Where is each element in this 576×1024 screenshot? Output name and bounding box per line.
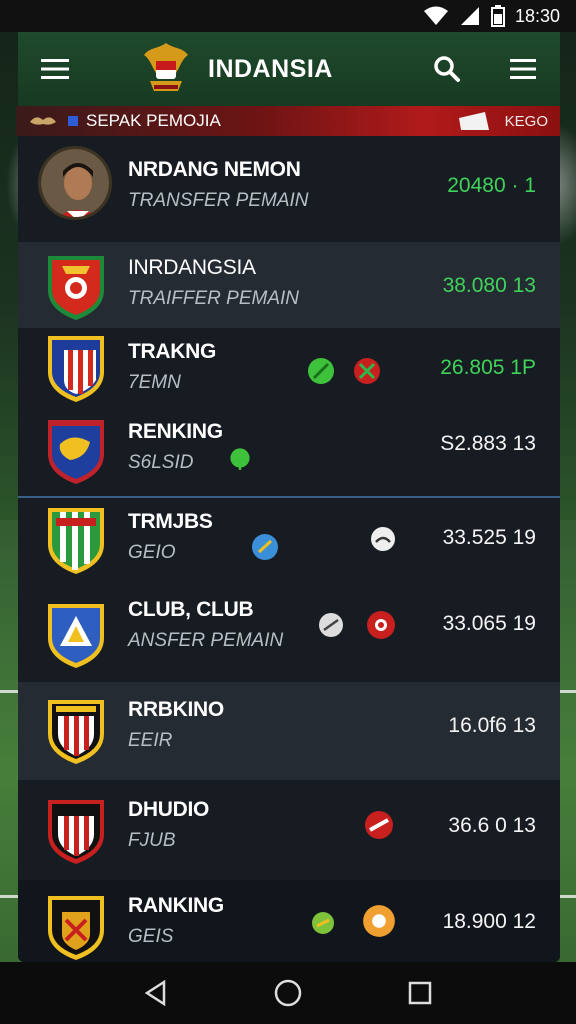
club-name: CLUB, CLUB	[128, 598, 254, 621]
system-nav-bar	[0, 962, 576, 1024]
club-name: RRBKINO	[128, 698, 224, 721]
app-title: INDANSIA	[208, 54, 333, 83]
white-ball-icon	[371, 527, 395, 551]
club-score: 38.080 13	[442, 274, 536, 297]
club-subtitle: FJUB	[128, 830, 176, 851]
orange-ball-icon	[363, 905, 395, 937]
club-subtitle: 7EMN	[128, 372, 181, 393]
green-ball-icon	[312, 912, 334, 934]
white-ball-icon	[319, 613, 343, 637]
status-bar: 18:30	[0, 0, 576, 32]
banner-code: KEGO	[504, 112, 548, 130]
club-crest-icon	[48, 508, 104, 574]
avatar	[38, 146, 112, 220]
back-icon	[144, 979, 166, 1007]
list-item[interactable]: NRDANG NEMON TRANSFER PEMAIN 20480 · 1	[18, 136, 560, 242]
club-score: 16.0f6 13	[448, 714, 536, 737]
menu-button[interactable]	[38, 52, 72, 86]
club-score: 20480 · 1	[447, 174, 536, 197]
club-name: DHUDIO	[128, 798, 210, 821]
club-crest-icon	[48, 420, 104, 484]
club-subtitle: GEIS	[128, 926, 174, 947]
list-item[interactable]: RRBKINO EEIR 16.0f6 13	[18, 682, 560, 780]
list-item[interactable]: RENKING S6LSID S2.883 13	[18, 408, 560, 496]
menu-icon	[41, 59, 69, 79]
wifi-icon	[423, 6, 448, 25]
club-subtitle: GEIO	[128, 542, 176, 563]
club-score: 18.900 12	[442, 910, 536, 933]
blue-square-icon	[68, 116, 78, 126]
red-ball-icon	[365, 811, 393, 839]
list-item[interactable]: TRAKNG 7EMN 26.805 1P	[18, 328, 560, 408]
home-icon	[274, 979, 302, 1007]
home-button[interactable]	[268, 973, 308, 1013]
recents-button[interactable]	[400, 973, 440, 1013]
pitch-line	[0, 690, 18, 693]
club-subtitle: S6LSID	[128, 452, 194, 473]
club-score: 33.065 19	[442, 612, 536, 635]
red-ball-icon	[367, 611, 395, 639]
ticket-icon	[458, 112, 489, 130]
club-name: RANKING	[128, 894, 224, 917]
recents-icon	[408, 981, 432, 1005]
search-icon	[434, 56, 460, 82]
signal-icon	[460, 7, 479, 25]
list-item[interactable]: TRMJBS GEIO 33.525 19	[18, 498, 560, 586]
red-shield-icon	[354, 358, 380, 384]
club-crest-icon	[48, 800, 104, 864]
club-subtitle: TRAIFFER PEMAIN	[128, 288, 300, 309]
green-dot-icon	[230, 448, 250, 470]
club-crest-icon	[48, 700, 104, 764]
club-crest-icon	[48, 336, 104, 402]
battery-icon	[490, 5, 505, 27]
club-crest-icon	[48, 896, 104, 960]
back-button[interactable]	[136, 973, 176, 1013]
pitch-line	[558, 895, 576, 898]
club-name: TRMJBS	[128, 510, 213, 533]
club-crest-icon	[48, 256, 104, 320]
club-name: TRAKNG	[128, 340, 217, 363]
club-score: S2.883 13	[440, 432, 536, 455]
pitch-line	[0, 895, 18, 898]
list-item[interactable]: CLUB, CLUB ANSFER PEMAIN 33.065 19	[18, 586, 560, 682]
section-banner[interactable]: SEPAK PEMOJIA KEGO	[16, 106, 560, 136]
crest-logo	[144, 43, 188, 91]
list-icon	[510, 59, 536, 79]
club-score: 33.525 19	[442, 526, 536, 549]
club-list: NRDANG NEMON TRANSFER PEMAIN 20480 · 1 I…	[18, 136, 560, 962]
list-item[interactable]: RANKING GEIS 18.900 12	[18, 880, 560, 962]
green-ball-icon	[308, 358, 334, 384]
club-score: 26.805 1P	[440, 356, 536, 379]
banner-label: SEPAK PEMOJIA	[86, 111, 221, 130]
club-score: 36.6 0 13	[448, 814, 536, 837]
eagle-emblem-icon	[30, 117, 56, 125]
blue-ball-icon	[252, 534, 278, 560]
club-subtitle: ANSFER PEMAIN	[128, 630, 284, 651]
list-item[interactable]: DHUDIO FJUB 36.6 0 13	[18, 780, 560, 880]
list-menu-button[interactable]	[506, 52, 540, 86]
status-time: 18:30	[514, 5, 560, 26]
club-subtitle: TRANSFER PEMAIN	[128, 190, 309, 211]
club-crest-icon	[48, 604, 104, 668]
club-name: RENKING	[128, 420, 223, 443]
app-header: INDANSIA	[18, 32, 560, 106]
club-subtitle: EEIR	[128, 730, 173, 751]
club-name: NRDANG NEMON	[128, 158, 301, 181]
search-button[interactable]	[430, 52, 464, 86]
pitch-line	[558, 690, 576, 693]
club-name: INRDANGSIA	[128, 256, 256, 279]
list-item[interactable]: INRDANGSIA TRAIFFER PEMAIN 38.080 13	[18, 242, 560, 328]
